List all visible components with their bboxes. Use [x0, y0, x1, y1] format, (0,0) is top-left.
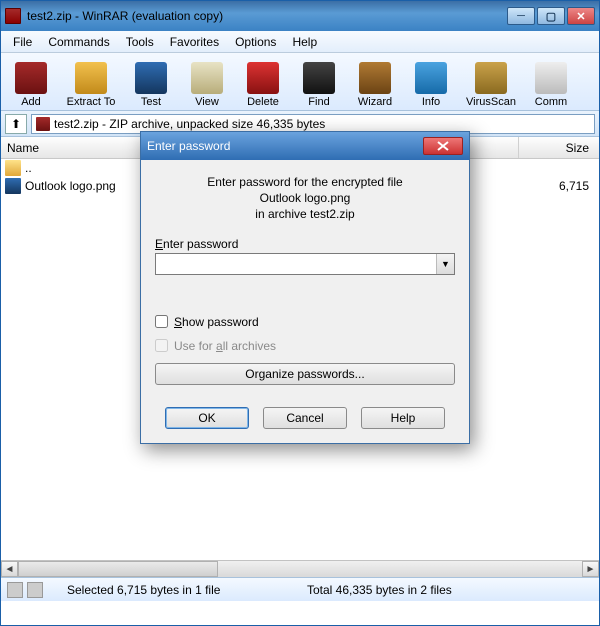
column-size[interactable]: Size — [519, 137, 599, 158]
tool-add[interactable]: Add — [3, 62, 59, 110]
scroll-right-arrow-icon[interactable]: ► — [582, 561, 599, 577]
titlebar[interactable]: test2.zip - WinRAR (evaluation copy) ─ ▢… — [1, 1, 599, 31]
bug-icon — [475, 62, 507, 94]
up-button[interactable]: ⬆ — [5, 114, 27, 134]
cancel-button[interactable]: Cancel — [263, 407, 347, 429]
tool-test[interactable]: Test — [123, 62, 179, 110]
status-total: Total 46,335 bytes in 2 files — [267, 583, 593, 597]
ledger-icon — [135, 62, 167, 94]
note-icon — [535, 62, 567, 94]
status-selected: Selected 6,715 bytes in 1 file — [67, 583, 267, 597]
use-all-archives-label: Use for all archives — [174, 339, 276, 353]
help-button[interactable]: Help — [361, 407, 445, 429]
use-all-archives-input — [155, 339, 168, 352]
password-dropdown-button[interactable]: ▼ — [436, 254, 454, 274]
folder-up-icon — [5, 160, 21, 176]
tool-wizard[interactable]: Wizard — [347, 62, 403, 110]
disk-icon — [7, 582, 23, 598]
menu-commands[interactable]: Commands — [40, 33, 117, 51]
menu-options[interactable]: Options — [227, 33, 284, 51]
minimize-button[interactable]: ─ — [507, 7, 535, 25]
maximize-button[interactable]: ▢ — [537, 7, 565, 25]
tool-find[interactable]: Find — [291, 62, 347, 110]
show-password-checkbox[interactable]: Show password — [155, 315, 455, 329]
folder-open-icon — [75, 62, 107, 94]
dialog-close-button[interactable] — [423, 137, 463, 155]
password-dialog: Enter password Enter password for the en… — [140, 131, 470, 444]
close-button[interactable]: ✕ — [567, 7, 595, 25]
password-label: Enter password — [155, 237, 455, 251]
status-bar: Selected 6,715 bytes in 1 file Total 46,… — [1, 577, 599, 601]
close-icon — [437, 141, 449, 151]
scroll-track[interactable] — [218, 561, 582, 577]
scroll-icon — [191, 62, 223, 94]
tool-comment[interactable]: Comm — [523, 62, 579, 110]
show-password-label: Show password — [174, 315, 259, 329]
tool-info[interactable]: Info — [403, 62, 459, 110]
menu-help[interactable]: Help — [284, 33, 325, 51]
organize-passwords-button[interactable]: Organize passwords... — [155, 363, 455, 385]
app-icon — [5, 8, 21, 24]
archive-icon — [15, 62, 47, 94]
info-icon — [415, 62, 447, 94]
window-title: test2.zip - WinRAR (evaluation copy) — [27, 9, 507, 23]
archive-small-icon — [36, 117, 50, 131]
scroll-thumb[interactable] — [18, 561, 218, 577]
tool-view[interactable]: View — [179, 62, 235, 110]
binoculars-icon — [303, 62, 335, 94]
dialog-prompt: Enter password for the encrypted file Ou… — [155, 174, 455, 223]
tool-virusscan[interactable]: VirusScan — [459, 62, 523, 110]
dialog-titlebar[interactable]: Enter password — [141, 132, 469, 160]
key-icon — [27, 582, 43, 598]
scroll-left-arrow-icon[interactable]: ◄ — [1, 561, 18, 577]
show-password-input[interactable] — [155, 315, 168, 328]
menu-tools[interactable]: Tools — [118, 33, 162, 51]
ok-button[interactable]: OK — [165, 407, 249, 429]
status-icons — [7, 582, 67, 598]
use-all-archives-checkbox: Use for all archives — [155, 339, 455, 353]
password-input[interactable] — [156, 254, 436, 274]
menu-file[interactable]: File — [5, 33, 40, 51]
delete-icon — [247, 62, 279, 94]
tool-extract[interactable]: Extract To — [59, 62, 123, 110]
main-window: test2.zip - WinRAR (evaluation copy) ─ ▢… — [0, 0, 600, 626]
menu-favorites[interactable]: Favorites — [162, 33, 227, 51]
path-text: test2.zip - ZIP archive, unpacked size 4… — [54, 117, 325, 131]
dialog-title: Enter password — [147, 139, 423, 153]
menu-bar: File Commands Tools Favorites Options He… — [1, 31, 599, 53]
horizontal-scrollbar[interactable]: ◄ ► — [1, 560, 599, 577]
tool-delete[interactable]: Delete — [235, 62, 291, 110]
hat-icon — [359, 62, 391, 94]
toolbar: Add Extract To Test View Delete Find Wiz… — [1, 53, 599, 111]
image-file-icon — [5, 178, 21, 194]
password-field[interactable]: ▼ — [155, 253, 455, 275]
